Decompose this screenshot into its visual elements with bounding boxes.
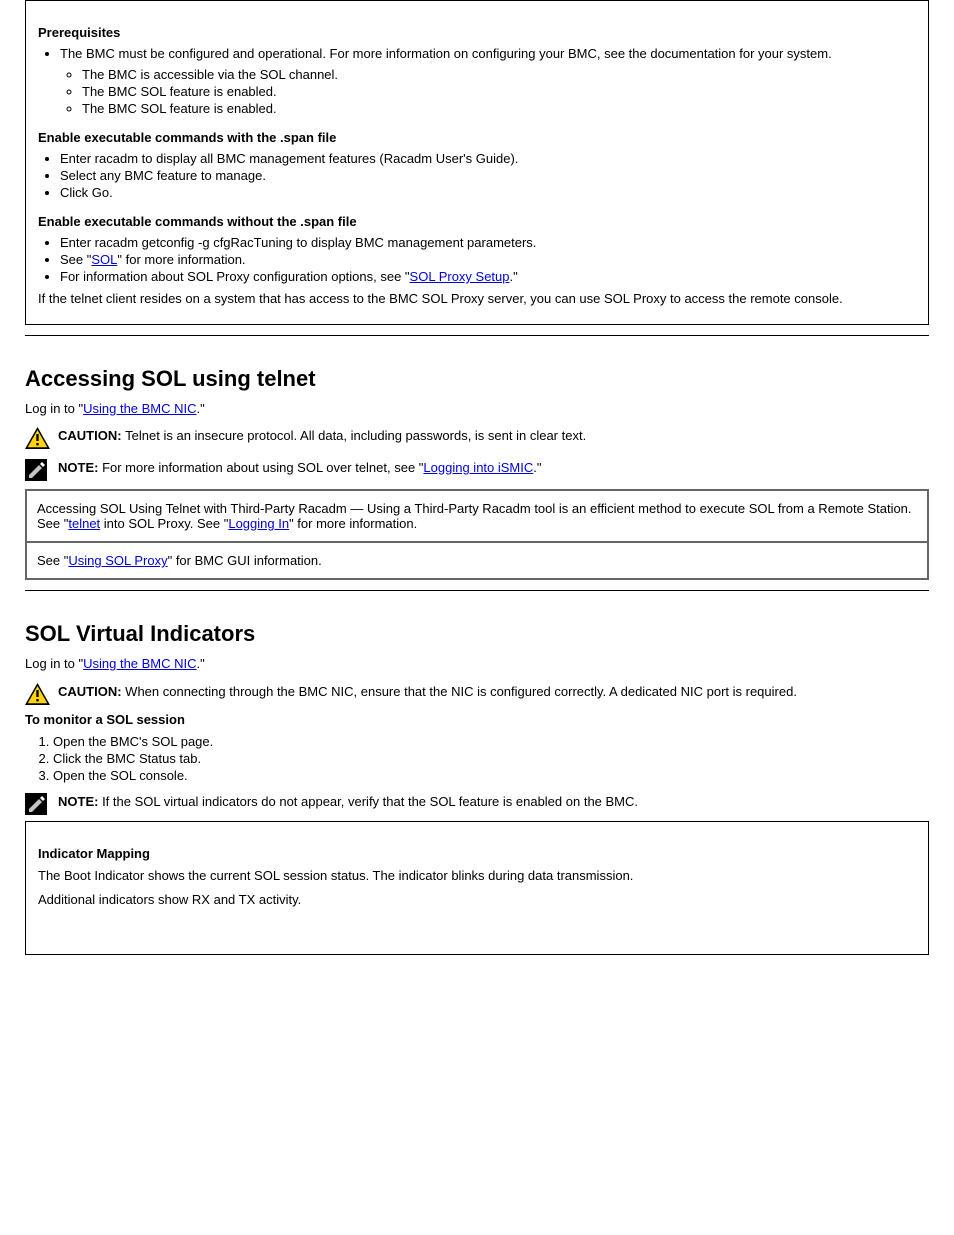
box-bottom-p1: The Boot Indicator shows the current SOL… [38, 867, 916, 885]
caution-body: Telnet is an insecure protocol. All data… [125, 428, 586, 443]
list-item: The BMC SOL feature is enabled. [82, 101, 916, 116]
group1-sublist: The BMC is accessible via the SOL channe… [60, 67, 916, 116]
group3-title: Enable executable commands without the .… [38, 214, 916, 229]
note-icon [25, 793, 50, 815]
note-label: NOTE: [58, 794, 102, 809]
sol-link[interactable]: SOL [91, 252, 117, 267]
caution-callout: CAUTION: Telnet is an insecure protocol.… [25, 427, 929, 449]
note-text: NOTE: For more information about using S… [58, 459, 929, 477]
text-fragment: " for BMC GUI information. [168, 553, 322, 568]
caution-label: CAUTION: [58, 684, 125, 699]
box-bottom-p2: Additional indicators show RX and TX act… [38, 891, 916, 909]
box-bottom-title: Indicator Mapping [38, 846, 916, 861]
telnet-info-table: Accessing SOL Using Telnet with Third‑Pa… [25, 489, 929, 580]
list-item: Enter racadm getconfig -g cfgRacTuning t… [60, 235, 916, 250]
caution-text: CAUTION: Telnet is an insecure protocol.… [58, 427, 929, 445]
info-box-top: Prerequisites The BMC must be configured… [25, 0, 929, 325]
list-item: The BMC SOL feature is enabled. [82, 84, 916, 99]
caution-text: CAUTION: When connecting through the BMC… [58, 683, 929, 701]
text-fragment: Log in to " [25, 401, 83, 416]
list-item: Click the BMC Status tab. [53, 751, 929, 766]
heading-telnet: Accessing SOL using telnet [25, 366, 929, 392]
list-item: For information about SOL Proxy configur… [60, 269, 916, 284]
list-item: See "SOL" for more information. [60, 252, 916, 267]
intro-text: Log in to "Using the BMC NIC." [25, 655, 929, 673]
caution-icon [25, 427, 50, 449]
list-item: Open the BMC's SOL page. [53, 734, 929, 749]
using-bmc-nic-link[interactable]: Using the BMC NIC [83, 401, 196, 416]
group2-title: Enable executable commands with the .spa… [38, 130, 916, 145]
list-item: Select any BMC feature to manage. [60, 168, 916, 183]
text-fragment: See " [60, 252, 91, 267]
table-row: See "Using SOL Proxy" for BMC GUI inform… [27, 543, 927, 578]
using-sol-proxy-link[interactable]: Using SOL Proxy [68, 553, 167, 568]
table-row: Accessing SOL Using Telnet with Third‑Pa… [27, 491, 927, 543]
using-bmc-nic-link-2[interactable]: Using the BMC NIC [83, 656, 196, 671]
caution-label: CAUTION: [58, 428, 125, 443]
note-icon [25, 459, 50, 481]
list-item: Click Go. [60, 185, 916, 200]
note-body: If the SOL virtual indicators do not app… [102, 794, 638, 809]
list-item-text: The BMC must be configured and operation… [60, 46, 832, 61]
text-fragment: See " [37, 553, 68, 568]
intro-text: Log in to "Using the BMC NIC." [25, 400, 929, 418]
list-item: Open the SOL console. [53, 768, 929, 783]
logging-in-link[interactable]: Logging In [228, 516, 289, 531]
text-fragment: ." [197, 656, 205, 671]
caution-body: When connecting through the BMC NIC, ens… [125, 684, 797, 699]
list-item: The BMC is accessible via the SOL channe… [82, 67, 916, 82]
list-item: The BMC must be configured and operation… [60, 46, 916, 116]
text-fragment: " for more information. [289, 516, 417, 531]
caution-icon [25, 683, 50, 705]
group3-list: Enter racadm getconfig -g cfgRacTuning t… [38, 235, 916, 284]
heading-virtual: SOL Virtual Indicators [25, 621, 929, 647]
note-label: NOTE: [58, 460, 102, 475]
telnet-link[interactable]: telnet [68, 516, 100, 531]
info-box-bottom: Indicator Mapping The Boot Indicator sho… [25, 821, 929, 955]
divider [25, 590, 929, 591]
text-fragment: into SOL Proxy. See " [100, 516, 228, 531]
note-callout: NOTE: For more information about using S… [25, 459, 929, 481]
note-callout: NOTE: If the SOL virtual indicators do n… [25, 793, 929, 815]
steps-title: To monitor a SOL session [25, 711, 929, 729]
text-fragment: " for more information. [117, 252, 245, 267]
divider [25, 335, 929, 336]
text-fragment: ." [533, 460, 541, 475]
sol-proxy-setup-link[interactable]: SOL Proxy Setup [410, 269, 510, 284]
text-fragment: For more information about using SOL ove… [102, 460, 423, 475]
text-fragment: Log in to " [25, 656, 83, 671]
group1-title: Prerequisites [38, 25, 916, 40]
text-fragment: ." [197, 401, 205, 416]
logging-into-ismic-link[interactable]: Logging into iSMIC [423, 460, 533, 475]
text-fragment: ." [510, 269, 518, 284]
caution-callout: CAUTION: When connecting through the BMC… [25, 683, 929, 705]
note-text: NOTE: If the SOL virtual indicators do n… [58, 793, 929, 811]
group2-list: Enter racadm to display all BMC manageme… [38, 151, 916, 200]
proxy-access-text: If the telnet client resides on a system… [38, 290, 916, 308]
steps-list: Open the BMC's SOL page. Click the BMC S… [25, 734, 929, 783]
text-fragment: For information about SOL Proxy configur… [60, 269, 410, 284]
group1-list: The BMC must be configured and operation… [38, 46, 916, 116]
list-item: Enter racadm to display all BMC manageme… [60, 151, 916, 166]
